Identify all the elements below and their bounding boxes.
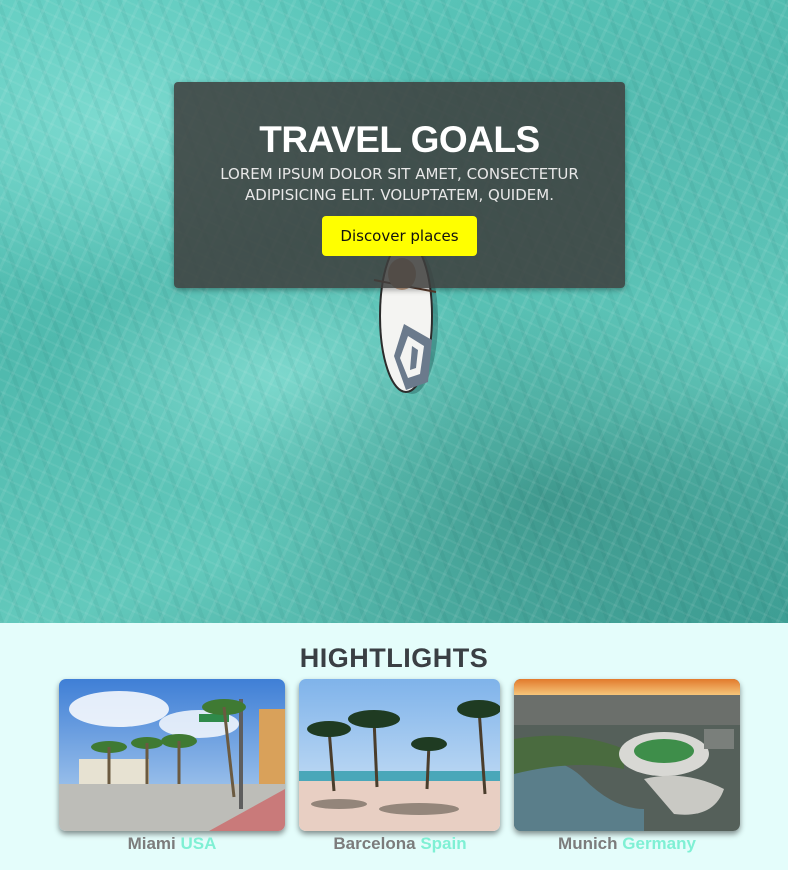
- munich-stadium-aerial-image: [514, 679, 740, 831]
- miami-street-palms-image: [59, 679, 285, 831]
- highlight-card-munich[interactable]: [514, 679, 740, 831]
- highlight-card-miami[interactable]: [59, 679, 285, 831]
- highlights-title: HIGHTLIGHTS: [299, 643, 489, 673]
- card-country: USA: [180, 834, 217, 853]
- card-city: Barcelona: [333, 834, 416, 853]
- highlights-section: HIGHTLIGHTS Miami USA Barcelona Spain Mu…: [0, 623, 788, 870]
- hero-section: TRAVEL GOALS LOREM IPSUM DOLOR SIT AMET,…: [0, 0, 788, 623]
- highlight-card-barcelona[interactable]: [299, 679, 500, 831]
- card-country: Spain: [420, 834, 467, 853]
- hero-card: TRAVEL GOALS LOREM IPSUM DOLOR SIT AMET,…: [174, 82, 625, 288]
- card-caption-barcelona: Barcelona Spain: [287, 834, 513, 854]
- card-city: Miami: [127, 834, 176, 853]
- card-caption-miami: Miami USA: [59, 834, 285, 854]
- card-caption-munich: Munich Germany: [514, 834, 740, 854]
- hero-subtitle: LOREM IPSUM DOLOR SIT AMET, CONSECTETUR …: [220, 165, 579, 204]
- card-country: Germany: [622, 834, 696, 853]
- barcelona-beach-palms-image: [299, 679, 500, 831]
- discover-places-button[interactable]: Discover places: [322, 216, 477, 256]
- hero-title: TRAVEL GOALS: [259, 119, 540, 160]
- card-city: Munich: [558, 834, 618, 853]
